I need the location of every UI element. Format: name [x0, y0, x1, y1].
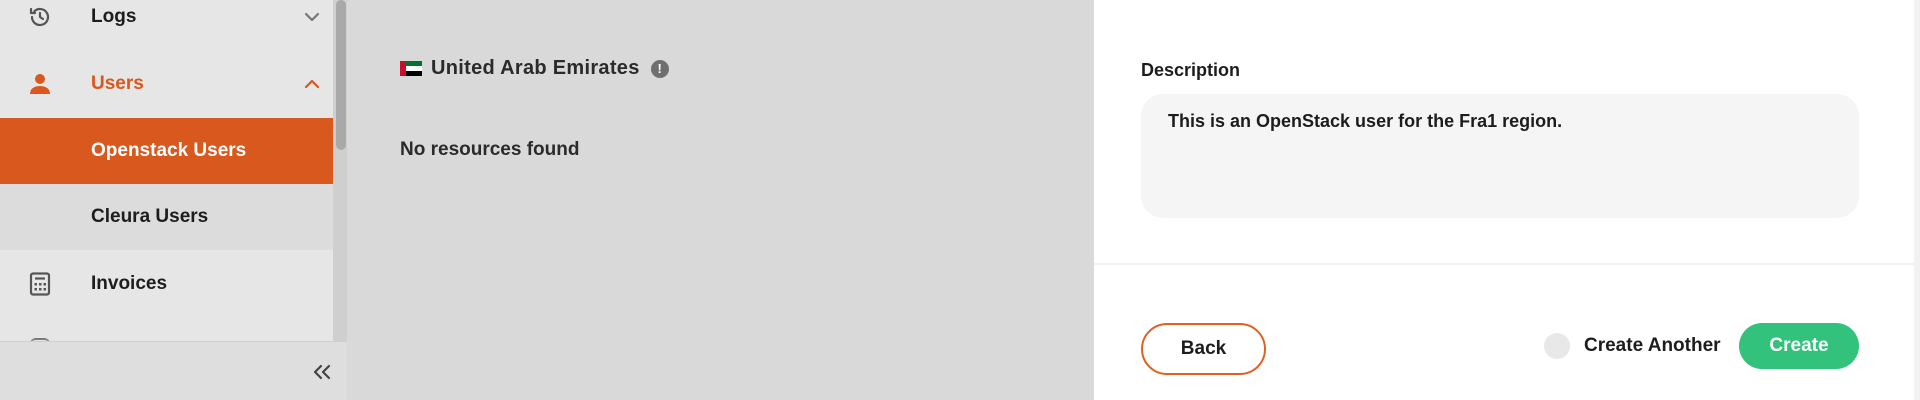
create-another-option[interactable]: Create Another	[1544, 333, 1721, 359]
description-field[interactable]: This is an OpenStack user for the Fra1 r…	[1141, 94, 1859, 218]
sidebar-item-label: Logs	[91, 6, 137, 27]
description-label: Description	[1141, 60, 1241, 80]
region-name: United Arab Emirates	[431, 57, 640, 79]
sidebar-item-label: Users	[91, 73, 144, 94]
sidebar: Logs Users Openstack Users Cleura Users …	[0, 0, 347, 400]
create-another-label: Create Another	[1584, 335, 1721, 356]
main-content: United Arab Emirates ! No resources foun…	[347, 0, 1094, 400]
sidebar-footer	[0, 341, 347, 400]
sidebar-item-invoices[interactable]: Invoices	[0, 251, 333, 317]
info-icon[interactable]: !	[650, 59, 669, 78]
sidebar-item-users[interactable]: Users	[0, 51, 333, 117]
panel-edge	[1914, 0, 1920, 400]
uae-flag-icon	[400, 61, 422, 76]
chevron-up-icon[interactable]	[302, 74, 322, 94]
sidebar-item-label: Invoices	[91, 273, 168, 294]
empty-state-text: No resources found	[400, 139, 580, 160]
sidebar-item-cleura-users[interactable]: Cleura Users	[0, 184, 333, 250]
sidebar-item-logs[interactable]: Logs	[0, 0, 333, 50]
create-button[interactable]: Create	[1739, 323, 1859, 369]
panel-divider	[1094, 263, 1920, 265]
create-user-panel: Description This is an OpenStack user fo…	[1094, 0, 1920, 400]
user-icon	[27, 71, 53, 97]
chevron-down-icon[interactable]	[302, 7, 322, 27]
sidebar-item-label: Cleura Users	[91, 206, 209, 227]
sidebar-item-openstack-users[interactable]: Openstack Users	[0, 118, 333, 184]
sidebar-item-label: Openstack Users	[91, 140, 247, 161]
create-another-toggle[interactable]	[1544, 333, 1570, 359]
calculator-icon	[27, 271, 53, 297]
collapse-sidebar-icon[interactable]	[310, 362, 334, 382]
sidebar-scrollbar-thumb[interactable]	[336, 0, 346, 150]
back-button[interactable]: Back	[1141, 323, 1266, 375]
region-header: United Arab Emirates !	[400, 57, 669, 80]
history-icon	[27, 4, 53, 30]
